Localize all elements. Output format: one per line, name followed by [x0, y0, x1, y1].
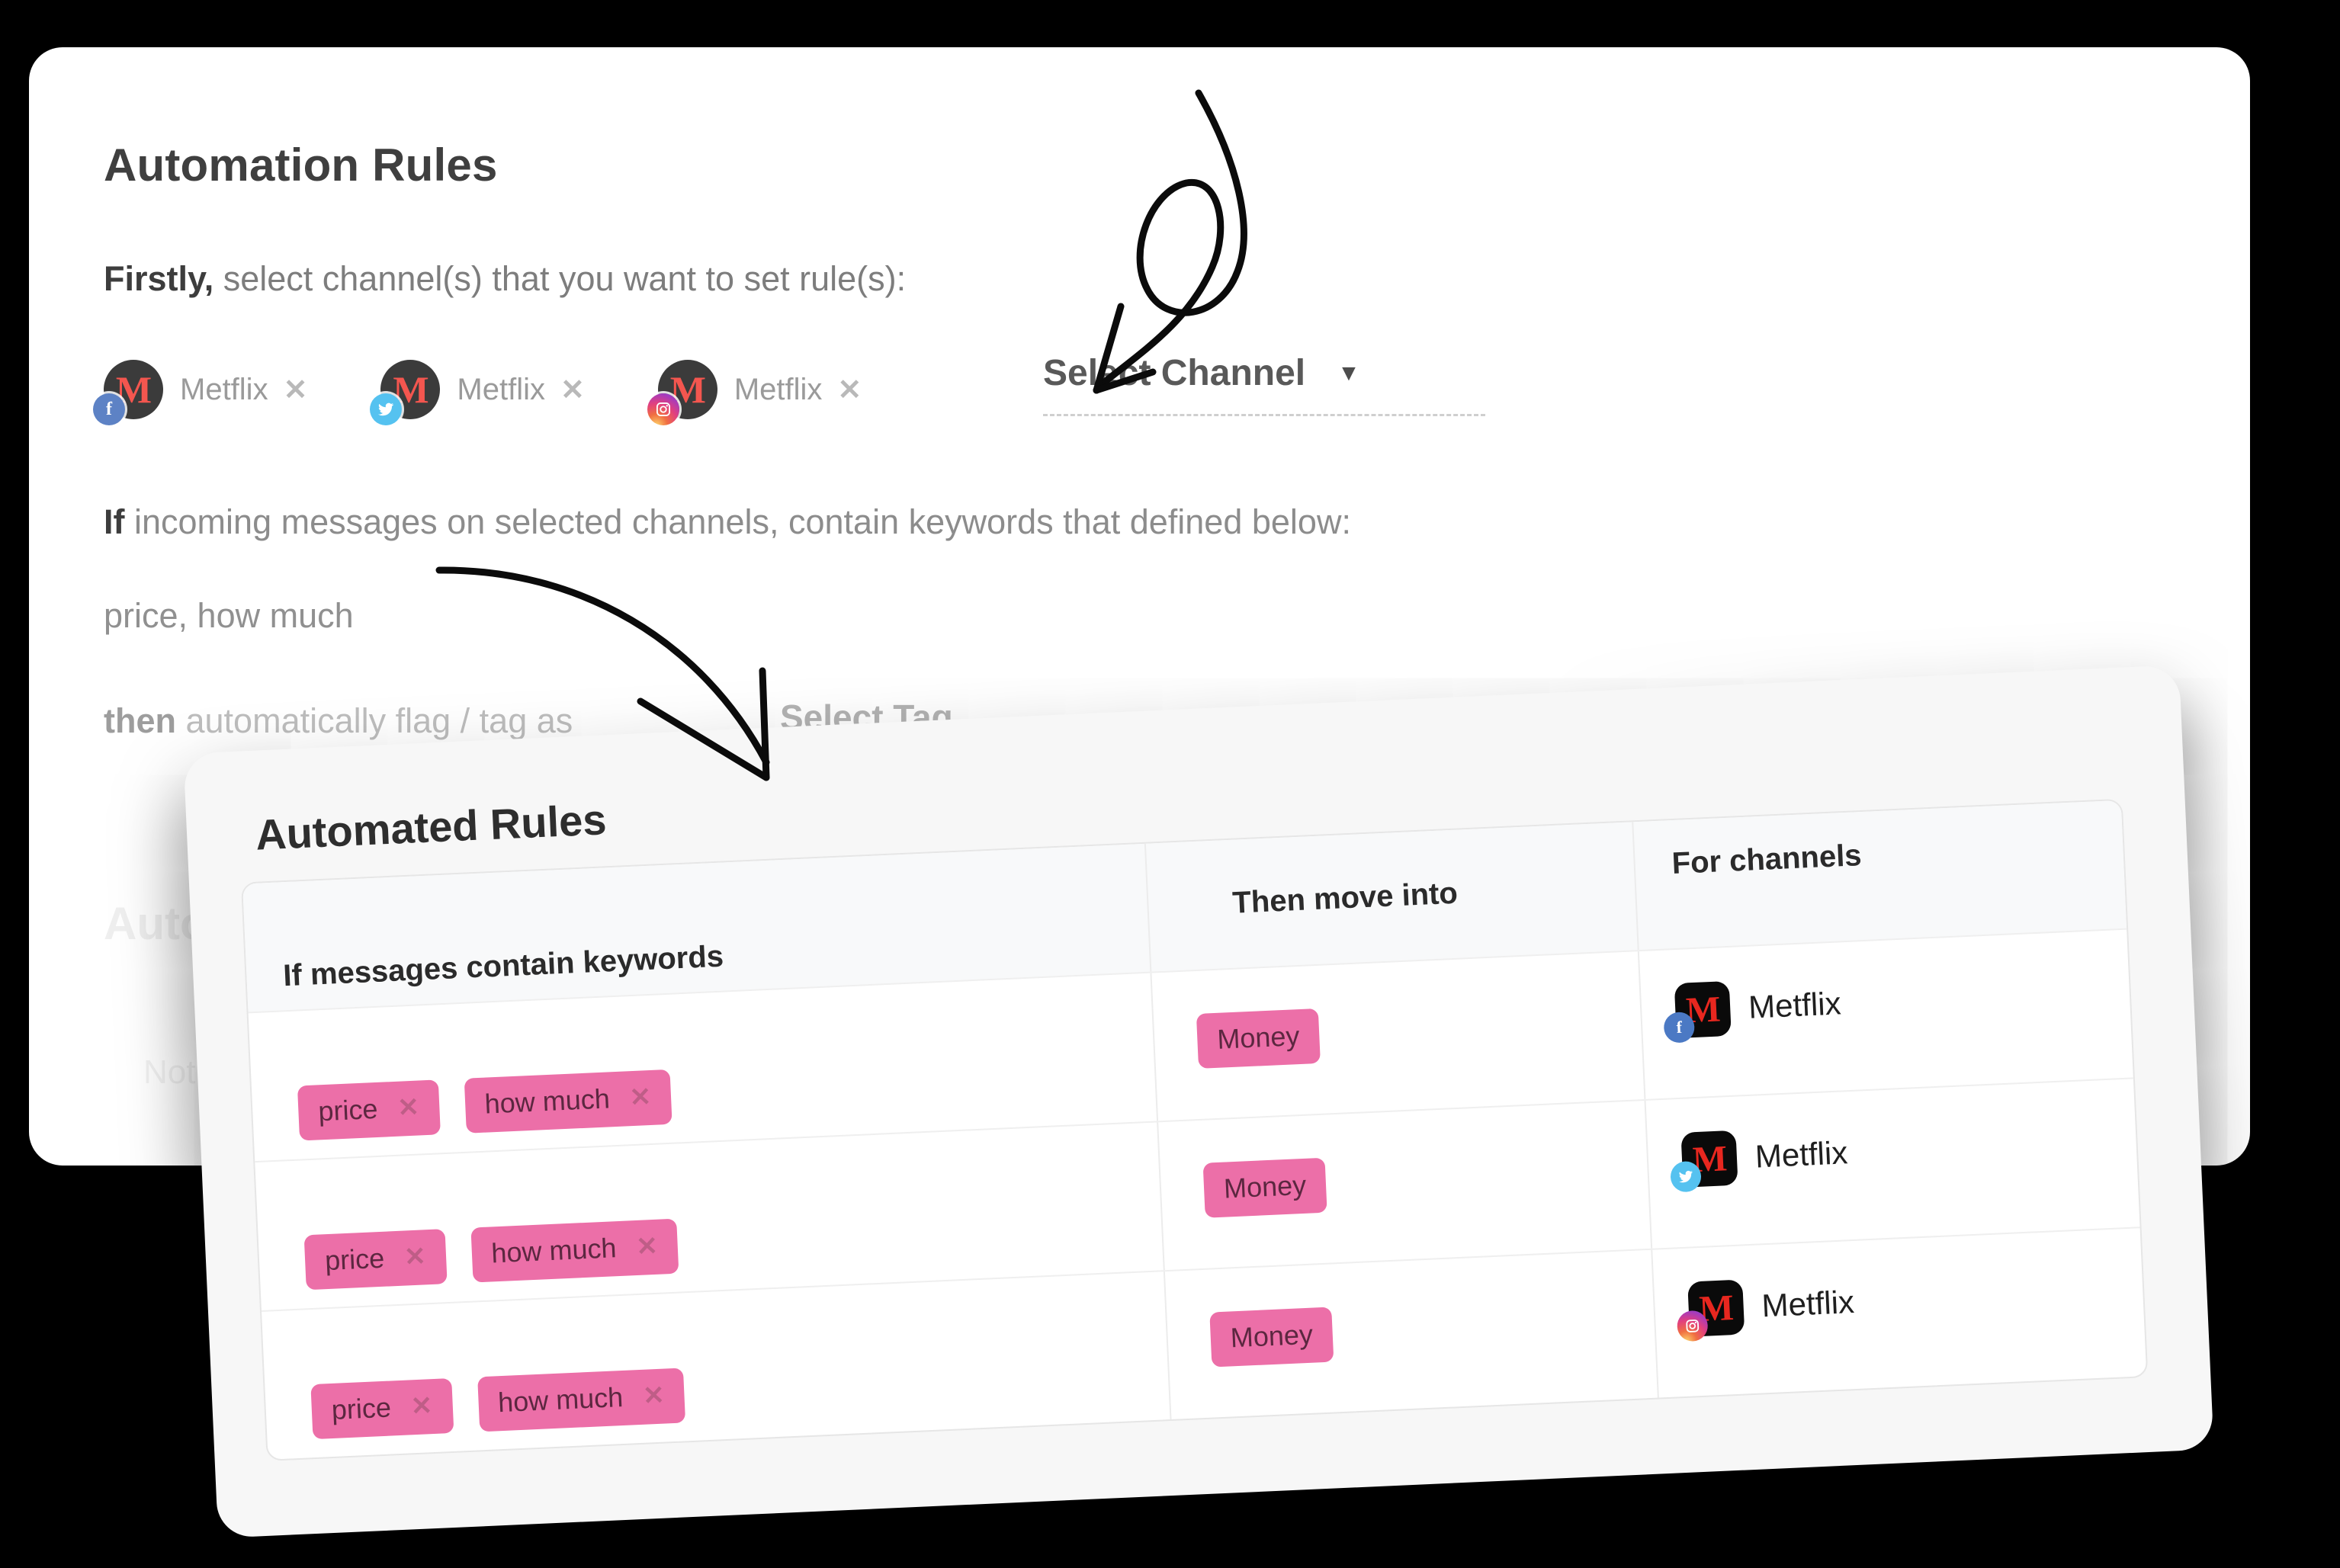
keyword-pill[interactable]: how much ✕: [477, 1368, 686, 1432]
remove-keyword-icon[interactable]: ✕: [635, 1231, 659, 1262]
avatar: M: [1670, 1130, 1738, 1193]
remove-channel-icon[interactable]: ✕: [560, 373, 585, 407]
keyword-pill-label: price: [317, 1092, 379, 1127]
remove-keyword-icon[interactable]: ✕: [410, 1390, 433, 1422]
then-instruction: then automatically flag / tag as: [104, 701, 573, 741]
avatar: M f: [93, 360, 163, 425]
keyword-pill-label: how much: [483, 1082, 611, 1120]
cell-channel: M f Metflix: [1639, 930, 2133, 1099]
keyword-pill[interactable]: price ✕: [310, 1377, 454, 1440]
channel-chip-label: Metflix: [457, 372, 545, 406]
tag-pill[interactable]: Money: [1196, 1008, 1321, 1069]
tag-pill[interactable]: Money: [1209, 1307, 1334, 1368]
channel-name: Metflix: [1761, 1284, 1855, 1324]
remove-channel-icon[interactable]: ✕: [837, 373, 862, 407]
column-header-keywords-label: If messages contain keywords: [282, 939, 724, 993]
remove-channel-icon[interactable]: ✕: [284, 373, 308, 407]
if-instruction: If incoming messages on selected channel…: [104, 502, 1351, 542]
instagram-icon: [1676, 1310, 1709, 1342]
column-header-move-into-label: Then move into: [1231, 876, 1459, 920]
cell-channel: M Metflix: [1646, 1079, 2140, 1248]
cell-channel: M Metflix: [1652, 1228, 2146, 1397]
firstly-bold: Firstly,: [104, 259, 214, 298]
remove-keyword-icon[interactable]: ✕: [403, 1241, 426, 1272]
facebook-icon: f: [93, 393, 125, 425]
cell-tag: Money: [1158, 1100, 1653, 1271]
keyword-pill[interactable]: price ✕: [297, 1079, 441, 1141]
channel-name: Metflix: [1754, 1134, 1849, 1175]
remove-keyword-icon[interactable]: ✕: [642, 1380, 665, 1412]
remove-keyword-icon[interactable]: ✕: [629, 1082, 652, 1113]
avatar: M f: [1663, 980, 1732, 1044]
twitter-icon: [1670, 1160, 1702, 1193]
keyword-pill-label: how much: [490, 1232, 618, 1269]
screenshot-stage: Automation Rules Firstly, select channel…: [0, 0, 2340, 1568]
cell-tag: Money: [1151, 951, 1646, 1121]
selected-channels-row: M f Metflix ✕ M Metflix ✕ M Metflix ✕: [93, 360, 935, 425]
twitter-icon: [370, 393, 403, 425]
firstly-instruction: Firstly, select channel(s) that you want…: [104, 259, 906, 299]
firstly-rest: select channel(s) that you want to set r…: [213, 259, 907, 298]
column-header-move-into: Then move into: [1145, 822, 1639, 972]
avatar: M: [370, 360, 441, 425]
avatar: M: [647, 360, 717, 425]
cell-tag: Money: [1164, 1249, 1659, 1419]
keyword-pill-label: price: [324, 1242, 386, 1277]
chevron-down-icon: ▼: [1337, 360, 1360, 386]
automated-rules-table: If messages contain keywords Then move i…: [240, 798, 2149, 1461]
channel-name: Metflix: [1748, 985, 1842, 1025]
keyword-pill[interactable]: how much ✕: [470, 1218, 679, 1283]
channel-chip-twitter[interactable]: M Metflix ✕: [370, 360, 585, 425]
column-header-channels-label: For channels: [1671, 839, 1863, 881]
tag-pill[interactable]: Money: [1202, 1157, 1327, 1218]
keywords-input[interactable]: price, how much: [104, 596, 354, 636]
keyword-pill-label: price: [330, 1391, 392, 1425]
keyword-pill-label: how much: [497, 1380, 624, 1419]
if-rest: incoming messages on selected channels, …: [124, 502, 1351, 541]
select-channel-label: Select Channel: [1043, 353, 1306, 393]
instagram-icon: [647, 393, 679, 425]
facebook-icon: f: [1663, 1011, 1696, 1044]
page-title: Automation Rules: [104, 139, 498, 191]
remove-keyword-icon[interactable]: ✕: [396, 1092, 420, 1124]
then-rest: automatically flag / tag as: [176, 701, 573, 740]
automated-rules-card: Automated Rules If messages contain keyw…: [183, 665, 2214, 1538]
column-header-channels: For channels: [1633, 800, 2127, 950]
dropdown-underline: [1043, 414, 1485, 416]
automated-rules-title: Automated Rules: [254, 795, 608, 859]
if-bold: If: [104, 502, 125, 541]
channel-chip-instagram[interactable]: M Metflix ✕: [647, 360, 862, 425]
keyword-pill[interactable]: price ✕: [303, 1229, 448, 1291]
avatar: M: [1676, 1279, 1745, 1342]
channel-chip-label: Metflix: [180, 372, 268, 406]
select-channel-dropdown[interactable]: Select Channel ▼: [1043, 352, 1501, 416]
channel-chip-facebook[interactable]: M f Metflix ✕: [93, 360, 308, 425]
channel-chip-label: Metflix: [733, 372, 823, 406]
keyword-pill[interactable]: how much ✕: [464, 1069, 672, 1134]
then-bold: then: [104, 701, 176, 740]
